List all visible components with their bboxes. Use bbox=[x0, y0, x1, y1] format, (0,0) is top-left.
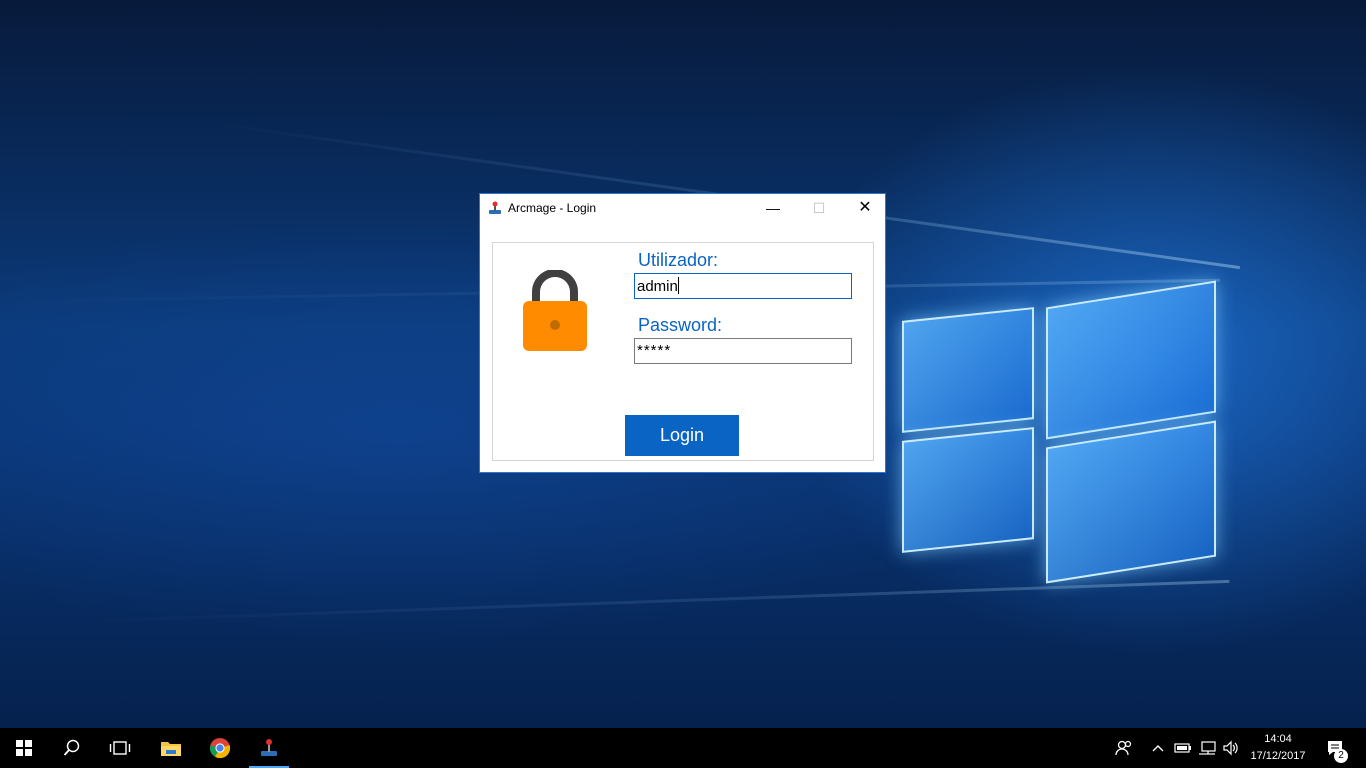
login-button[interactable]: Login bbox=[625, 415, 739, 456]
maximize-icon: ☐ bbox=[812, 200, 826, 216]
password-label: Password: bbox=[638, 315, 723, 335]
padlock-icon bbox=[522, 269, 588, 352]
people-button[interactable] bbox=[1110, 728, 1138, 768]
battery-button[interactable] bbox=[1172, 728, 1194, 768]
clock-date: 17/12/2017 bbox=[1250, 750, 1306, 762]
volume-icon bbox=[1223, 740, 1238, 756]
file-explorer-icon bbox=[161, 742, 181, 756]
start-icon bbox=[16, 740, 32, 756]
maximize-button[interactable]: ☐ bbox=[796, 194, 842, 224]
search-icon bbox=[63, 739, 80, 756]
clock-time: 14:04 bbox=[1264, 733, 1292, 745]
network-button[interactable] bbox=[1196, 728, 1218, 768]
windows-logo-graphic bbox=[898, 272, 1218, 592]
chrome-button[interactable] bbox=[196, 728, 244, 768]
taskbar: 14:04 17/12/2017 2 bbox=[0, 728, 1366, 768]
network-icon bbox=[1199, 741, 1216, 755]
notification-count-badge: 2 bbox=[1334, 749, 1348, 763]
title-bar[interactable]: Arcmage - Login — ☐ ✕ bbox=[480, 194, 885, 224]
volume-button[interactable] bbox=[1220, 728, 1242, 768]
arcmage-icon bbox=[261, 739, 277, 756]
show-hidden-icons-button[interactable] bbox=[1148, 728, 1168, 768]
window-title: Arcmage - Login bbox=[508, 201, 597, 215]
minimize-button[interactable]: — bbox=[750, 194, 796, 224]
login-panel: Utilizador: admin Password: ***** Login bbox=[492, 242, 874, 461]
chevron-up-icon bbox=[1152, 745, 1164, 752]
close-button[interactable]: ✕ bbox=[842, 194, 888, 224]
start-button[interactable] bbox=[0, 728, 48, 768]
task-view-icon bbox=[109, 741, 131, 755]
password-input[interactable]: ***** bbox=[634, 338, 852, 364]
clock[interactable]: 14:04 17/12/2017 bbox=[1242, 731, 1314, 765]
battery-icon bbox=[1174, 743, 1191, 753]
username-label: Utilizador: bbox=[638, 250, 719, 270]
arcmage-taskbar-button[interactable] bbox=[245, 728, 293, 768]
chrome-icon bbox=[209, 738, 231, 759]
minimize-icon: — bbox=[766, 200, 780, 216]
text-caret bbox=[677, 277, 679, 294]
task-view-button[interactable] bbox=[96, 728, 144, 768]
close-icon: ✕ bbox=[858, 199, 872, 216]
app-joystick-icon bbox=[488, 201, 502, 215]
login-window: Arcmage - Login — ☐ ✕ Utilizador: admin … bbox=[479, 193, 886, 473]
people-icon bbox=[1115, 740, 1132, 756]
username-input[interactable]: admin bbox=[634, 273, 852, 299]
username-value: admin bbox=[637, 278, 678, 295]
search-button[interactable] bbox=[48, 728, 96, 768]
action-center-button[interactable] bbox=[1320, 728, 1350, 768]
file-explorer-button[interactable] bbox=[147, 728, 195, 768]
password-value: ***** bbox=[637, 342, 672, 359]
